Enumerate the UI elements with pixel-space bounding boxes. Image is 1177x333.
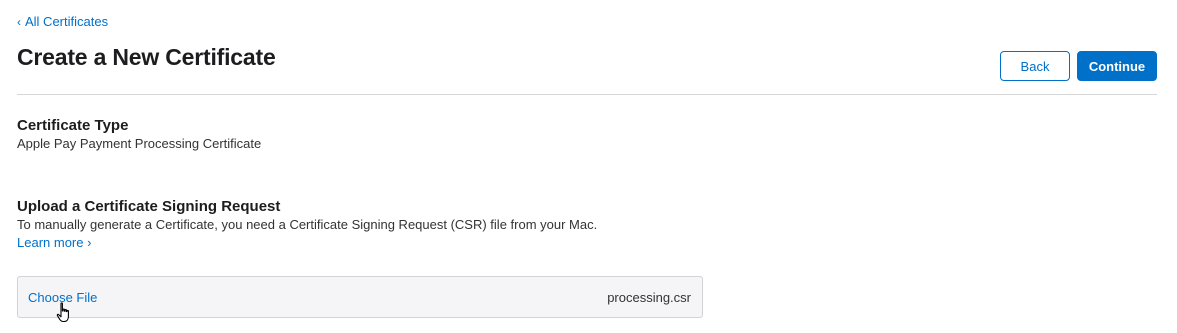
page-title: Create a New Certificate bbox=[17, 44, 276, 70]
all-certificates-link[interactable]: ‹ All Certificates bbox=[17, 14, 108, 29]
learn-more-link[interactable]: Learn more › bbox=[17, 235, 91, 250]
continue-button[interactable]: Continue bbox=[1077, 51, 1157, 81]
create-certificate-page: ‹ All Certificates Create a New Certific… bbox=[0, 0, 1177, 333]
header-divider bbox=[17, 94, 1157, 95]
upload-csr-heading: Upload a Certificate Signing Request bbox=[17, 198, 281, 215]
upload-csr-description: To manually generate a Certificate, you … bbox=[17, 217, 598, 232]
selected-file-name: processing.csr bbox=[607, 290, 691, 305]
all-certificates-link-label: All Certificates bbox=[25, 14, 109, 29]
certificate-type-heading: Certificate Type bbox=[17, 117, 129, 134]
hand-pointer-cursor-icon bbox=[56, 302, 69, 323]
chevron-left-icon: ‹ bbox=[17, 14, 21, 29]
certificate-type-value: Apple Pay Payment Processing Certificate bbox=[17, 136, 262, 151]
back-button[interactable]: Back bbox=[1000, 51, 1070, 81]
file-upload-field[interactable]: Choose File processing.csr bbox=[17, 276, 703, 318]
